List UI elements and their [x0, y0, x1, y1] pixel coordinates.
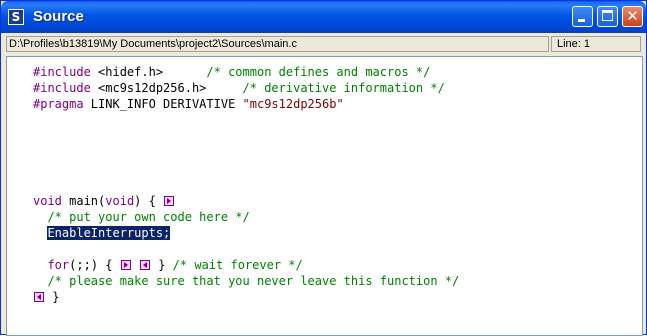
- code-text: main(: [61, 194, 106, 208]
- fold-close-marker-icon[interactable]: [34, 292, 44, 302]
- code-line[interactable]: /* please make sure that you never leave…: [33, 273, 459, 289]
- line-indicator: Line: 1: [551, 36, 641, 52]
- keyword: void: [105, 194, 135, 208]
- code-line[interactable]: for(;;) { } /* wait forever */: [33, 257, 303, 273]
- code-line[interactable]: /* put your own code here */: [33, 209, 250, 225]
- comment: /* common defines and macros */: [206, 65, 431, 79]
- file-path: D:\Profiles\b13819\My Documents\project2…: [6, 36, 549, 52]
- code-line[interactable]: void main(void) {: [33, 193, 175, 209]
- code-line[interactable]: #pragma LINK_INFO DERIVATIVE "mc9s12dp25…: [33, 96, 344, 112]
- window-title: Source: [33, 8, 84, 25]
- maximize-button[interactable]: [597, 6, 618, 27]
- selected-text[interactable]: EnableInterrupts;: [47, 226, 171, 240]
- keyword: #include: [33, 65, 91, 79]
- keyword: #pragma: [33, 97, 84, 111]
- code-line[interactable]: #include <mc9s12dp256.h> /* derivative i…: [33, 80, 445, 96]
- comment: /* derivative information */: [242, 81, 445, 95]
- close-button[interactable]: ✕: [622, 6, 643, 27]
- code-editor[interactable]: #include <hidef.h> /* common defines and…: [6, 56, 643, 336]
- fold-open-marker-icon[interactable]: [120, 260, 131, 270]
- fold-close-marker-icon[interactable]: [139, 260, 150, 270]
- source-window: S Source ✕ D:\Profiles\b13819\My Documen…: [0, 0, 647, 336]
- code-text: (;;) {: [69, 258, 113, 272]
- code-text: <hidef.h>: [90, 65, 207, 79]
- minimize-icon: [578, 19, 585, 22]
- code-line[interactable]: #include <hidef.h> /* common defines and…: [33, 64, 430, 80]
- code-line[interactable]: EnableInterrupts;: [33, 225, 171, 241]
- code-text: LINK_INFO DERIVATIVE: [83, 97, 243, 111]
- comment: /* put your own code here */: [47, 210, 250, 224]
- close-icon: ✕: [626, 7, 639, 25]
- comment: /* wait forever */: [172, 258, 303, 272]
- code-line[interactable]: }: [33, 289, 59, 305]
- string-literal: "mc9s12dp256b": [242, 97, 344, 111]
- maximize-icon: [602, 10, 613, 21]
- code-text: ) {: [134, 194, 156, 208]
- code-text: }: [158, 258, 166, 272]
- keyword: void: [33, 194, 62, 208]
- source-app-icon[interactable]: S: [8, 9, 24, 25]
- minimize-button[interactable]: [572, 6, 593, 27]
- keyword: #include: [33, 81, 91, 95]
- keyword: for: [47, 258, 70, 272]
- comment: /* please make sure that you never leave…: [47, 274, 460, 288]
- path-bar: D:\Profiles\b13819\My Documents\project2…: [6, 36, 641, 53]
- code-text: <mc9s12dp256.h>: [90, 81, 243, 95]
- fold-open-marker-icon[interactable]: [164, 196, 175, 206]
- title-bar[interactable]: S Source ✕: [1, 1, 646, 33]
- code-text: }: [52, 290, 60, 304]
